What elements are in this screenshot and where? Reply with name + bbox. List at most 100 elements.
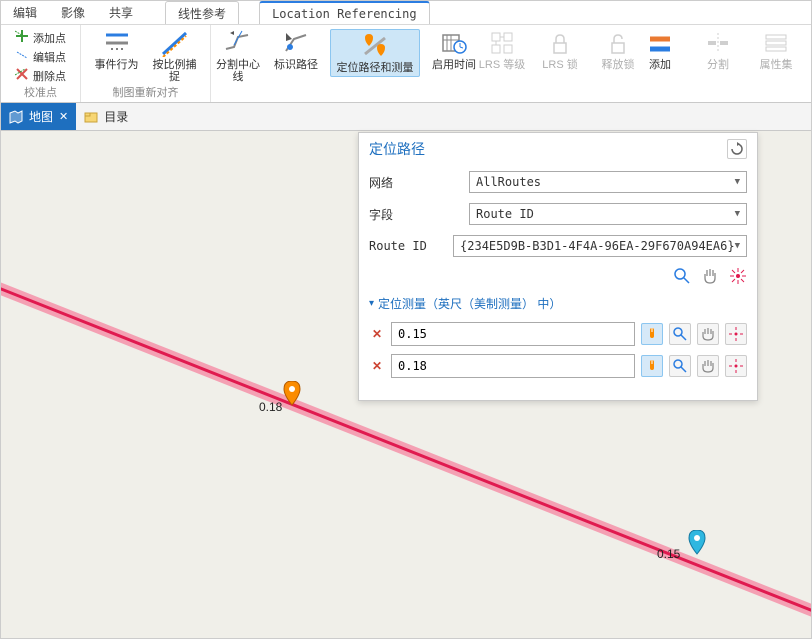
menu-linear-ref[interactable]: 线性参考	[165, 1, 239, 24]
panel-route-actions	[369, 267, 747, 285]
attributes-button[interactable]: 属性集	[752, 29, 800, 71]
split-button[interactable]: 分割	[694, 29, 742, 71]
add-label: 添加	[649, 59, 671, 71]
attributes-label: 属性集	[760, 59, 793, 71]
edit-point-icon	[15, 48, 29, 65]
identify-route-label: 标识路径	[274, 59, 318, 71]
split-icon	[704, 29, 732, 57]
map-reset-caption: 制图重新对齐	[113, 84, 179, 100]
event-behavior-button[interactable]: 事件行为	[93, 29, 141, 71]
locate-route-measure-button[interactable]: 定位路径和测量	[330, 29, 420, 77]
add-point-button[interactable]: 添加点	[15, 29, 66, 46]
chevron-down-icon: ▾	[369, 298, 374, 309]
refresh-icon[interactable]	[727, 139, 747, 159]
tab-map-label: 地图	[29, 108, 53, 125]
chevron-down-icon: ▼	[735, 177, 740, 187]
panel-title: 定位路径	[369, 139, 425, 159]
split-label: 分割	[707, 59, 729, 71]
pan-icon[interactable]	[701, 267, 719, 285]
add-point-icon	[15, 29, 29, 46]
calibration-caption: 校准点	[24, 84, 57, 100]
remove-measure-2[interactable]: ✕	[369, 358, 385, 374]
tab-map[interactable]: 地图 ✕	[1, 103, 76, 130]
network-value: AllRoutes	[476, 175, 541, 189]
release-lock-button[interactable]: 释放锁	[594, 29, 642, 71]
edit-point-button[interactable]: 编辑点	[15, 48, 66, 65]
marker-blue[interactable]	[687, 530, 707, 559]
zoom-measure-2[interactable]	[669, 355, 691, 377]
zoom-icon[interactable]	[673, 267, 691, 285]
split-centerline-label: 分割中心线	[214, 59, 262, 83]
add-icon	[646, 29, 674, 57]
menu-edit[interactable]: 编辑	[1, 1, 49, 24]
lrs-lock-button[interactable]: LRS 锁	[536, 29, 584, 71]
ribbon-group-tools: 分割中心线 标识路径 定位路径和测量 启用时间	[211, 25, 481, 102]
identify-route-icon	[282, 29, 310, 57]
menu-share[interactable]: 共享	[97, 1, 145, 24]
network-dropdown[interactable]: AllRoutes ▼	[469, 171, 747, 193]
menu-image[interactable]: 影像	[49, 1, 97, 24]
field-label: 字段	[369, 206, 469, 223]
lrs-level-label: LRS 等级	[479, 59, 525, 71]
select-on-map-1[interactable]	[641, 323, 663, 345]
chevron-down-icon: ▼	[735, 241, 740, 251]
unlock-icon	[604, 29, 632, 57]
remove-point-icon	[15, 67, 29, 84]
routeid-dropdown[interactable]: {234E5D9B-B3D1-4F4A-96EA-29F670A94EA6} ▼	[453, 235, 747, 257]
ribbon: 添加点 编辑点 删除点 校准点 事件行为	[1, 25, 811, 103]
marker-orange-label: 0.18	[259, 400, 282, 414]
view-tabs: 地图 ✕ 目录	[1, 103, 811, 131]
menu-location-ref[interactable]: Location Referencing	[259, 1, 430, 24]
add-button[interactable]: 添加	[636, 29, 684, 71]
close-icon[interactable]: ✕	[59, 110, 68, 123]
release-lock-label: 释放锁	[602, 59, 635, 71]
select-on-map-2[interactable]	[641, 355, 663, 377]
measure-section-label: 定位测量（英尺（美制测量） 中）	[378, 295, 561, 312]
add-point-label: 添加点	[33, 30, 66, 46]
calibration-buttons: 添加点 编辑点 删除点	[15, 29, 66, 84]
measure-input-1[interactable]	[391, 322, 635, 346]
measure-section-title[interactable]: ▾ 定位测量（英尺（美制测量） 中）	[369, 295, 747, 312]
chevron-down-icon: ▼	[735, 209, 740, 219]
routeid-value: {234E5D9B-B3D1-4F4A-96EA-29F670A94EA6}	[460, 239, 735, 253]
routeid-label: Route ID	[369, 239, 453, 253]
locate-route-measure-icon	[361, 32, 389, 60]
panel-header: 定位路径	[359, 133, 757, 165]
measure-input-2[interactable]	[391, 354, 635, 378]
identify-route-button[interactable]: 标识路径	[272, 29, 320, 71]
flash-icon[interactable]	[729, 267, 747, 285]
pan-measure-2[interactable]	[697, 355, 719, 377]
menu-bar: 编辑 影像 共享 线性参考 Location Referencing	[1, 1, 811, 25]
split-centerline-button[interactable]: 分割中心线	[214, 29, 262, 83]
locate-route-panel: 定位路径 网络 AllRoutes ▼ 字段 Route ID ▼ Route …	[358, 132, 758, 401]
catalog-icon	[84, 110, 98, 124]
field-dropdown[interactable]: Route ID ▼	[469, 203, 747, 225]
network-label: 网络	[369, 174, 469, 191]
lrs-level-icon	[488, 29, 516, 57]
scale-capture-icon	[161, 29, 189, 57]
lrs-level-button[interactable]: LRS 等级	[478, 29, 526, 71]
map-icon	[9, 110, 23, 124]
tab-catalog[interactable]: 目录	[76, 103, 136, 130]
enable-time-label: 启用时间	[432, 59, 476, 71]
marker-orange[interactable]	[282, 381, 302, 410]
remove-measure-1[interactable]: ✕	[369, 326, 385, 342]
remove-point-button[interactable]: 删除点	[15, 67, 66, 84]
marker-blue-label: 0.15	[657, 547, 680, 561]
ribbon-group-calibration: 添加点 编辑点 删除点 校准点	[1, 25, 81, 102]
pan-measure-1[interactable]	[697, 323, 719, 345]
split-centerline-icon	[224, 29, 252, 57]
tab-catalog-label: 目录	[104, 108, 128, 125]
flash-measure-2[interactable]	[725, 355, 747, 377]
field-value: Route ID	[476, 207, 534, 221]
lrs-lock-label: LRS 锁	[542, 59, 577, 71]
lock-icon	[546, 29, 574, 57]
flash-measure-1[interactable]	[725, 323, 747, 345]
scale-capture-button[interactable]: 按比例捕捉	[151, 29, 199, 83]
enable-time-button[interactable]: 启用时间	[430, 29, 478, 71]
ribbon-group-events2: 添加 分割 属性集	[639, 25, 797, 102]
ribbon-group-lrs: LRS 等级 LRS 锁 释放锁	[481, 25, 639, 102]
scale-capture-label: 按比例捕捉	[151, 59, 199, 83]
zoom-measure-1[interactable]	[669, 323, 691, 345]
ribbon-group-event: 事件行为 按比例捕捉 制图重新对齐	[81, 25, 211, 102]
